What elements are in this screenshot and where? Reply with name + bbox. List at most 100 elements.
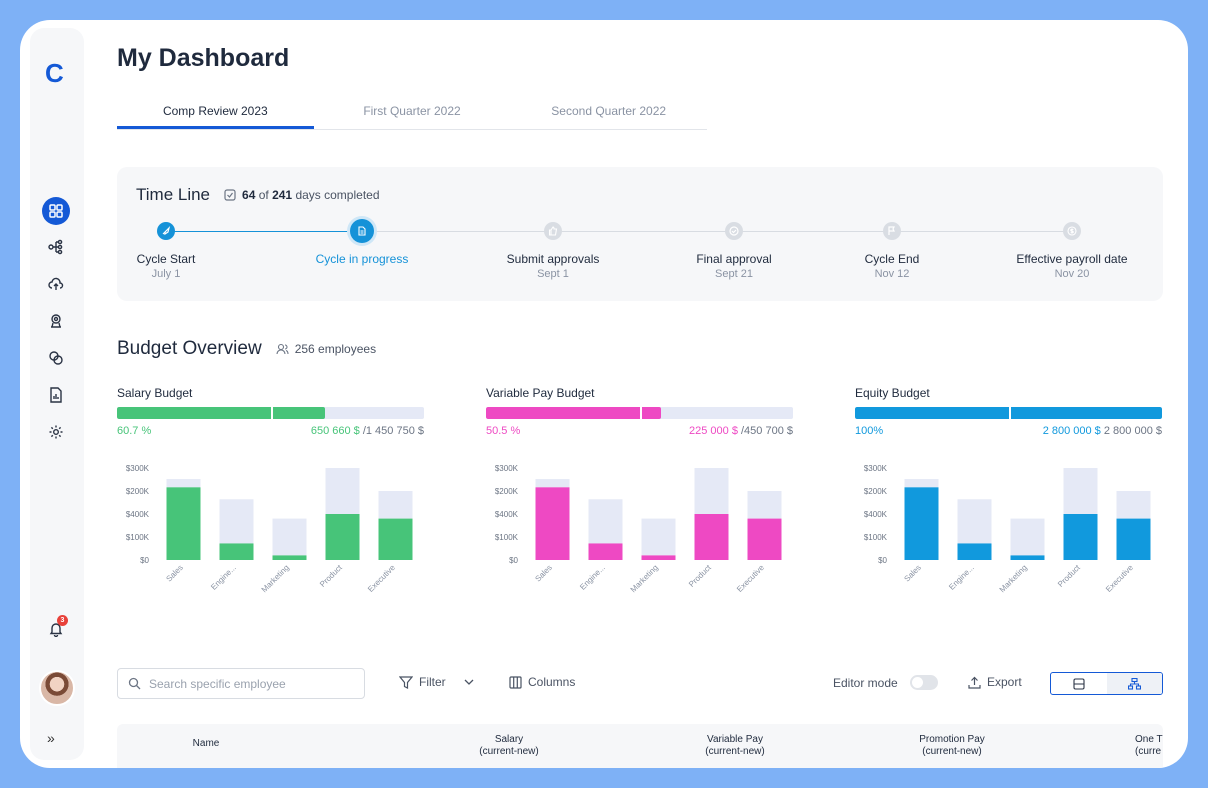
bar-used — [166, 487, 201, 560]
x-tick-label: Executive — [735, 563, 766, 594]
column-header-one-time[interactable]: One T (curre — [1135, 734, 1163, 758]
budget-progress-bar — [117, 407, 424, 419]
tab-first-quarter-2022[interactable]: First Quarter 2022 — [314, 98, 511, 129]
y-tick-label: $400K — [864, 510, 888, 519]
budget-progress-bar — [855, 407, 1162, 419]
column-header-label: Variable Pay — [707, 734, 763, 745]
bell-icon[interactable]: 3 — [42, 615, 70, 643]
variable-pay-budget-chart: $0 $100K $400K $200K $300K Sales Engine... Mark… — [486, 458, 793, 608]
bar-used — [1116, 518, 1151, 560]
days-done: 64 — [242, 188, 256, 202]
bar-remaining — [1116, 491, 1151, 519]
view-switch — [1050, 672, 1163, 695]
variable-pay-budget: Variable Pay Budget 50.5 % 225 000 $ /45… — [486, 386, 793, 437]
x-tick-label: Product — [687, 563, 713, 589]
checkbox-icon — [224, 189, 236, 201]
column-header-salary[interactable]: Salary (current-new) — [449, 734, 569, 758]
avatar[interactable] — [39, 670, 75, 706]
timeline-title: Time Line — [136, 185, 211, 204]
y-tick-label: $200K — [126, 487, 150, 496]
budget-label: Equity Budget — [855, 386, 930, 400]
employee-count: 256 employees — [276, 342, 376, 356]
salary-budget: Salary Budget 60.7 % 650 660 $ /1 450 75… — [117, 386, 424, 437]
thumbs-up-icon — [544, 222, 562, 240]
column-header-label: Name — [192, 738, 220, 749]
tab-comp-review-2023[interactable]: Comp Review 2023 — [117, 98, 314, 129]
y-tick-label: $200K — [495, 487, 519, 496]
employee-count-label: 256 employees — [294, 342, 377, 356]
app-frame: C 3 » My Dashboard Comp Review 2023 Firs… — [20, 20, 1188, 768]
report-icon[interactable] — [42, 381, 70, 409]
org-chart-icon[interactable] — [42, 233, 70, 261]
budget-percent: 100% — [855, 425, 884, 437]
timeline-progress-line — [166, 231, 362, 232]
x-tick-label: Marketing — [260, 563, 291, 594]
search-icon — [128, 677, 141, 690]
bar-used — [694, 514, 729, 560]
x-tick-label: Engine... — [209, 563, 238, 592]
bar-used — [904, 487, 939, 560]
bar-used — [378, 518, 413, 560]
budget-progress-divider — [639, 407, 642, 419]
y-tick-label: $0 — [509, 556, 518, 565]
bar-used — [272, 555, 307, 560]
column-header-name[interactable]: Name — [167, 738, 245, 750]
column-header-variable-pay[interactable]: Variable Pay (current-new) — [675, 734, 795, 758]
budget-progress-bar — [486, 407, 793, 419]
columns-button[interactable]: Columns — [509, 675, 575, 689]
search-input[interactable] — [149, 676, 349, 691]
dashboard-icon[interactable] — [42, 197, 70, 225]
columns-icon — [509, 675, 522, 689]
step-label: Effective payroll date — [1016, 252, 1128, 266]
people-cycle-icon[interactable] — [42, 344, 70, 372]
list-view-button[interactable] — [1051, 673, 1107, 694]
check-circle-icon — [725, 222, 743, 240]
column-header-label: One T — [1135, 734, 1163, 745]
budget-overview-title: Budget Overview — [117, 338, 262, 359]
bar-used — [535, 487, 570, 560]
dollar-icon — [1063, 222, 1081, 240]
export-button[interactable]: Export — [968, 675, 1022, 689]
bar-remaining — [747, 491, 782, 519]
column-header-promotion-pay[interactable]: Promotion Pay (current-new) — [892, 734, 1012, 758]
step-date: Nov 12 — [874, 268, 910, 280]
export-label: Export — [987, 675, 1022, 689]
award-icon[interactable] — [42, 307, 70, 335]
budget-used: 650 660 $ — [310, 425, 360, 437]
budget-used: 2 800 000 $ — [1042, 425, 1101, 437]
y-tick-label: $0 — [140, 556, 149, 565]
x-tick-label: Engine... — [578, 563, 607, 592]
bar-used — [219, 543, 254, 560]
step-date: Nov 20 — [1054, 268, 1090, 280]
tab-second-quarter-2022[interactable]: Second Quarter 2022 — [510, 98, 707, 129]
expand-sidebar-button[interactable]: » — [47, 730, 55, 746]
bar-remaining — [325, 468, 360, 514]
x-tick-label: Marketing — [629, 563, 660, 594]
editor-mode-toggle[interactable] — [909, 675, 938, 690]
days-of: of — [258, 188, 269, 202]
bar-remaining — [904, 479, 939, 488]
filter-button[interactable]: Filter — [399, 675, 474, 689]
y-tick-label: $400K — [126, 510, 150, 519]
gear-icon[interactable] — [42, 418, 70, 446]
list-view-icon — [1073, 677, 1085, 690]
tree-view-button[interactable] — [1106, 673, 1162, 694]
upload-cloud-icon[interactable] — [42, 270, 70, 298]
bar-remaining — [957, 499, 992, 544]
column-header-label: Promotion Pay — [919, 734, 985, 745]
column-header-sublabel: (current-new) — [922, 746, 982, 757]
bar-used — [641, 555, 676, 560]
budget-total: 2 800 000 $ — [1103, 425, 1162, 437]
y-tick-label: $100K — [495, 533, 519, 542]
budget-progress-divider — [270, 407, 273, 419]
y-tick-label: $400K — [495, 510, 519, 519]
step-label: Cycle End — [864, 252, 920, 266]
column-header-sublabel: (current-new) — [479, 746, 539, 757]
y-tick-label: $300K — [864, 464, 888, 473]
bar-used — [1010, 555, 1045, 560]
budget-total: /1 450 750 $ — [362, 425, 424, 437]
bar-remaining — [272, 518, 307, 556]
step-label: Cycle Start — [136, 252, 196, 266]
column-header-label: Salary — [494, 734, 524, 745]
editor-mode-control: Editor mode — [833, 675, 938, 690]
